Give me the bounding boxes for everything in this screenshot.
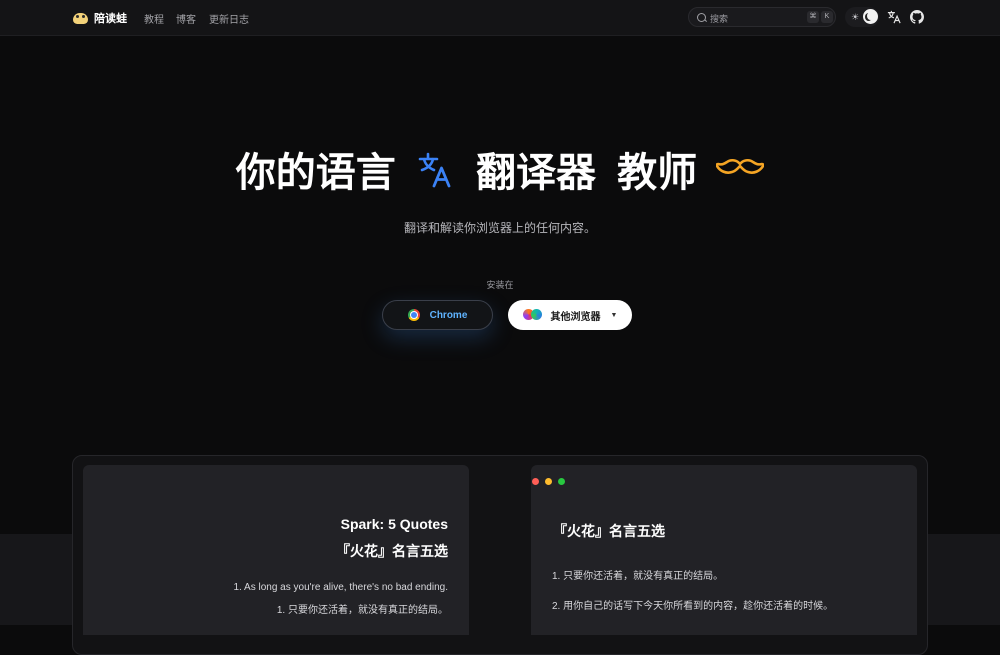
window-maximize-dot [558, 478, 565, 485]
moon-icon [863, 9, 878, 24]
sun-icon: ☀ [850, 12, 860, 22]
hero-title-part1: 你的语言 [235, 151, 396, 195]
demo-left-line1-en: 1. As long as you're alive, there's no b… [233, 582, 448, 593]
chrome-icon [407, 309, 420, 321]
hero-title: 你的语言 翻译器 教师 [0, 140, 1000, 198]
hero-title-part3: 教师 [617, 151, 698, 195]
install-label: 安装在 [486, 280, 514, 290]
top-navbar: 陪读蛙 教程 博客 更新日志 搜索 ⌘ K ☀ [0, 0, 1000, 36]
shortcut-cmd-key: ⌘ [807, 11, 819, 23]
brand-logo-link[interactable]: 陪读蛙 [73, 9, 127, 27]
shortcut-k-key: K [821, 11, 833, 23]
other-browsers-label: 其他浏览器 [550, 311, 601, 323]
hero-title-part2: 翻译器 [476, 151, 596, 195]
search-icon [697, 13, 706, 22]
hero-subtitle: 翻译和解读你浏览器上的任何内容。 [403, 221, 596, 235]
translate-icon [418, 152, 451, 188]
demo-right-title: 『火花』名言五选 [553, 523, 665, 539]
edge-icon [530, 309, 542, 320]
demo-left-title-en: Spark: 5 Quotes [340, 516, 448, 532]
other-browsers-dropdown[interactable]: 其他浏览器 ▼ [508, 300, 632, 330]
demo-right-line2: 2. 用你自己的话写下今天你所看到的内容，趁你还活着的时候。 [552, 601, 834, 612]
demo-left-title-zh: 『火花』名言五选 [336, 543, 448, 559]
chevron-down-icon: ▼ [610, 311, 618, 319]
nav-link-tutorial[interactable]: 教程 [144, 11, 164, 26]
install-chrome-button[interactable]: Chrome [382, 300, 493, 330]
brand-name: 陪读蛙 [94, 13, 127, 25]
theme-toggle[interactable]: ☀ [845, 7, 879, 27]
search-placeholder: 搜索 [710, 14, 729, 24]
window-minimize-dot [545, 478, 552, 485]
nav-link-blog[interactable]: 博客 [176, 11, 196, 26]
demo-left-line1-zh: 1. 只要你还活着，就没有真正的结局。 [276, 605, 448, 616]
install-chrome-label: Chrome [429, 309, 468, 321]
github-icon[interactable] [910, 10, 924, 24]
demo-right-line1: 1. 只要你还活着，就没有真正的结局。 [552, 571, 724, 582]
frog-logo-icon [73, 12, 88, 24]
window-close-dot [532, 478, 539, 485]
other-browsers-icons [522, 309, 543, 321]
nav-link-changelog[interactable]: 更新日志 [209, 11, 249, 26]
language-translate-icon[interactable] [887, 10, 901, 24]
search-box[interactable]: 搜索 ⌘ K [688, 7, 836, 27]
mustache-icon [716, 158, 765, 174]
